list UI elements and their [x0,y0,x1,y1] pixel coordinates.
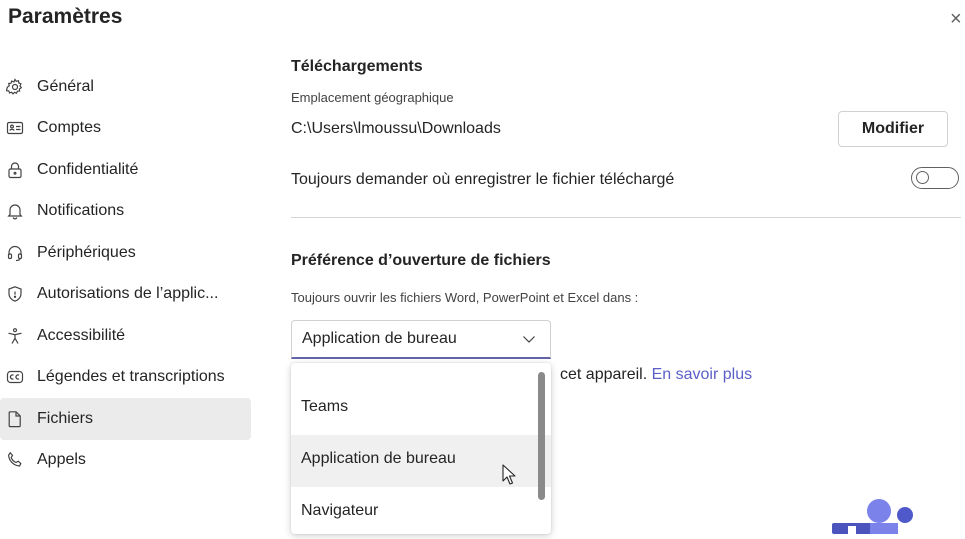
download-path: C:\Users\lmoussu\Downloads [291,120,501,137]
sidebar-item-privacy[interactable]: Confidentialité [0,149,251,191]
sidebar-item-label: Confidentialité [37,160,139,178]
option-browser[interactable]: Navigateur [291,487,551,534]
sidebar-item-notifications[interactable]: Notifications [0,191,251,233]
select-value: Application de bureau [302,330,457,347]
sidebar-item-label: Appels [37,451,86,469]
file-open-select[interactable]: Application de bureau [291,320,551,359]
modify-button[interactable]: Modifier [838,111,948,147]
sidebar-item-label: Légendes et transcriptions [37,368,225,386]
sidebar-item-captions[interactable]: Légendes et transcriptions [0,357,251,399]
page-title: Paramètres [8,5,123,28]
location-label: Emplacement géographique [291,90,454,105]
sidebar-item-app-permissions[interactable]: Autorisations de l’applic... [0,274,251,316]
file-open-description: Toujours ouvrir les fichiers Word, Power… [291,290,639,305]
file-open-dropdown: Teams Application de bureau Navigateur [291,363,551,534]
downloads-heading: Téléchargements [291,58,423,75]
option-teams[interactable]: Teams [291,383,551,435]
learn-more-link[interactable]: En savoir plus [652,366,753,383]
sidebar-item-label: Accessibilité [37,326,126,344]
lock-icon [6,161,24,179]
dropdown-scrollbar[interactable] [538,372,545,500]
settings-sidebar: Général Comptes Confidentialité Notifica… [0,66,251,481]
sidebar-item-label: Fichiers [37,409,94,427]
mouse-cursor-icon [502,464,516,491]
option-label: Teams [301,398,349,415]
chevron-down-icon [521,331,537,352]
option-label: Application de bureau [301,450,456,467]
file-icon [6,410,24,428]
bell-icon [6,202,24,220]
sidebar-item-files[interactable]: Fichiers [0,398,251,440]
phone-icon [6,451,24,469]
headset-icon [6,244,24,262]
sidebar-item-label: Comptes [37,119,102,137]
close-icon[interactable]: × [950,8,962,31]
sidebar-item-label: Général [37,77,94,95]
teams-logo-icon [832,497,922,539]
option-label: Navigateur [301,502,379,519]
gear-icon [6,78,24,96]
sidebar-item-calls[interactable]: Appels [0,440,251,482]
sidebar-item-label: Autorisations de l’applic... [37,285,219,303]
always-ask-toggle[interactable] [911,167,959,189]
toggle-knob [916,171,929,184]
sidebar-item-general[interactable]: Général [0,66,251,108]
sidebar-item-label: Notifications [37,202,125,220]
captions-icon [6,368,24,386]
section-divider [291,217,961,218]
sidebar-item-devices[interactable]: Périphériques [0,232,251,274]
shield-icon [6,285,24,303]
sidebar-item-accounts[interactable]: Comptes [0,108,251,150]
always-ask-label: Toujours demander où enregistrer le fich… [291,171,675,188]
file-open-heading: Préférence d’ouverture de fichiers [291,252,551,269]
id-card-icon [6,119,24,137]
sidebar-item-accessibility[interactable]: Accessibilité [0,315,251,357]
info-text: cet appareil. [560,366,652,383]
sidebar-item-label: Périphériques [37,243,136,261]
info-line: cet appareil. En savoir plus [560,366,752,384]
accessibility-icon [6,327,24,345]
